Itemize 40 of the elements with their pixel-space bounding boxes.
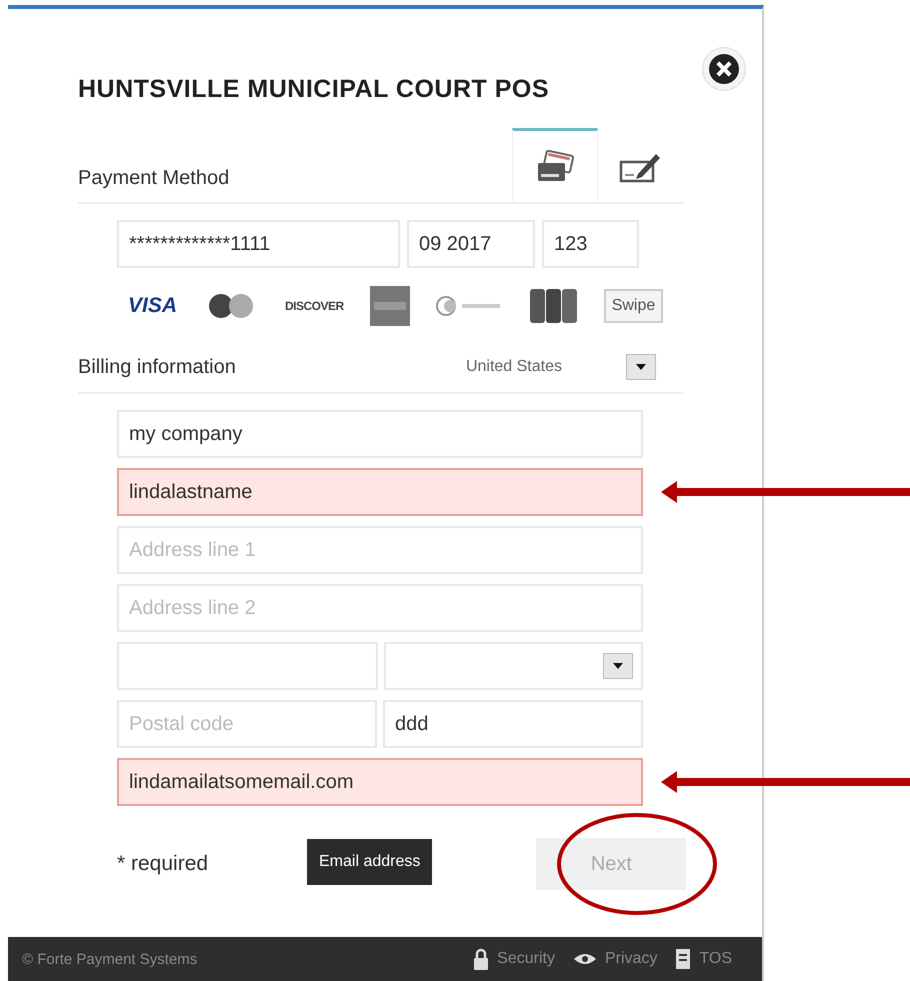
input-field[interactable]: lindalastname <box>117 468 643 516</box>
required-note: * required <box>117 852 210 876</box>
dropdown-button[interactable] <box>603 653 633 679</box>
document-icon <box>675 948 692 970</box>
eye-icon <box>572 952 597 966</box>
input-field[interactable]: lindamailatsomemail.com <box>117 758 643 806</box>
select-field[interactable] <box>384 642 643 690</box>
discover-logo: DISCOVER <box>285 299 344 313</box>
jcb-logo <box>530 289 578 323</box>
input-field[interactable]: my company <box>117 410 643 458</box>
input-field[interactable]: Address line 1 <box>117 526 643 574</box>
input-field[interactable]: Postal code <box>117 700 377 748</box>
dialog-title: HUNTSVILLE MUNICIPAL COURT POS <box>78 75 550 104</box>
payment-tab[interactable] <box>512 128 598 202</box>
lock-icon <box>473 948 490 970</box>
expiry-field[interactable]: 09 2017 <box>407 220 535 268</box>
caret-icon <box>636 364 646 370</box>
credit-cards-icon <box>535 150 575 184</box>
link-text: Security <box>497 950 555 968</box>
copyright-text: © Forte Payment Systems <box>22 950 198 968</box>
close-button[interactable] <box>702 47 746 91</box>
visa-logo: VISA <box>128 294 178 318</box>
country-select[interactable]: United States <box>466 358 562 376</box>
footer-link[interactable]: Security <box>473 948 555 970</box>
billing-label: Billing information <box>78 356 237 378</box>
card-number-field[interactable]: *************1111 <box>117 220 400 268</box>
footer-link[interactable]: Privacy <box>572 948 658 970</box>
dropdown-button[interactable] <box>626 354 656 380</box>
payment-method-label: Payment Method <box>78 167 230 191</box>
caret-icon <box>613 663 623 669</box>
footer-link[interactable]: TOS <box>675 948 732 970</box>
cvv-field[interactable]: 123 <box>542 220 639 268</box>
link-text: Privacy <box>604 950 658 968</box>
link-text: TOS <box>699 950 732 968</box>
input-field[interactable]: ddd <box>383 700 643 748</box>
swipe-button[interactable]: Swipe <box>604 289 664 323</box>
tooltip: Email address <box>307 839 432 885</box>
close-icon <box>709 54 739 84</box>
input-field[interactable]: Address line 2 <box>117 584 643 632</box>
amex-logo <box>370 286 410 326</box>
